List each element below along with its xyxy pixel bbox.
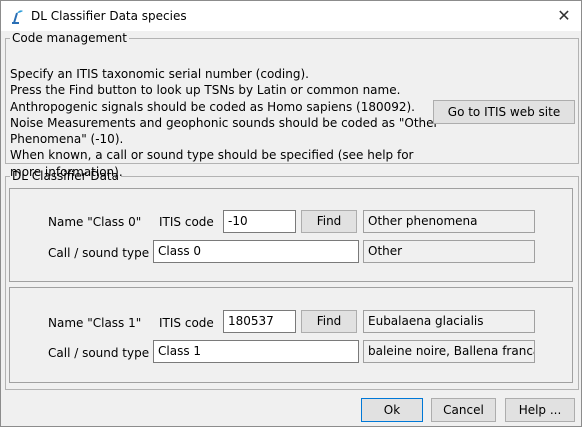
species-name-field: Other phenomena (363, 210, 535, 233)
call-type-label: Call / sound type (48, 346, 150, 360)
info-line: Anthropogenic signals should be coded as… (10, 99, 415, 114)
info-line: Press the Find button to look up TSNs by… (10, 83, 401, 98)
itis-code-label: ITIS code (159, 316, 214, 330)
class-panel-0: Name "Class 0" ITIS code -10 Find Other … (9, 188, 573, 282)
ok-button[interactable]: Ok (361, 398, 423, 422)
code-management-group: Code management Specify an ITIS taxonomi… (5, 31, 579, 179)
go-to-itis-button[interactable]: Go to ITIS web site (433, 100, 575, 124)
find-button[interactable]: Find (301, 310, 357, 333)
info-line: Specify an ITIS taxonomic serial number … (10, 67, 309, 81)
title-bar: DL Classifier Data species ✕ (1, 1, 581, 31)
itis-code-input[interactable]: -10 (223, 210, 296, 233)
class-name-label: Name "Class 0" (48, 215, 142, 229)
pamguard-app-icon (12, 10, 23, 24)
itis-code-input[interactable]: 180537 (223, 310, 296, 333)
species-name-field: Eubalaena glacialis (363, 310, 535, 333)
class-panel-1: Name "Class 1" ITIS code 180537 Find Eub… (9, 287, 573, 383)
help-button[interactable]: Help ... (505, 398, 575, 422)
info-line: Phenomena" (-10). (10, 132, 124, 147)
call-description-field: baleine noire, Ballena franca (363, 340, 535, 363)
class-name-label: Name "Class 1" (48, 316, 142, 330)
call-description-field: Other (363, 240, 535, 263)
info-line: When known, a call or sound type should … (10, 148, 414, 163)
close-icon[interactable]: ✕ (547, 1, 581, 31)
call-type-input[interactable]: Class 0 (153, 240, 359, 263)
call-type-input[interactable]: Class 1 (153, 340, 359, 363)
dialog-window: DL Classifier Data species ✕ Code manage… (0, 0, 582, 427)
code-management-legend: Code management (12, 31, 127, 45)
cancel-button[interactable]: Cancel (431, 398, 496, 422)
window-title: DL Classifier Data species (31, 9, 187, 23)
find-button[interactable]: Find (301, 210, 357, 233)
itis-code-label: ITIS code (159, 215, 214, 229)
info-line: Noise Measurements and geophonic sounds … (10, 115, 439, 130)
call-type-label: Call / sound type (48, 246, 150, 260)
dl-classifier-data-legend: DL Classifier Data (12, 169, 119, 183)
code-management-info: Specify an ITIS taxonomic serial number … (10, 66, 439, 180)
